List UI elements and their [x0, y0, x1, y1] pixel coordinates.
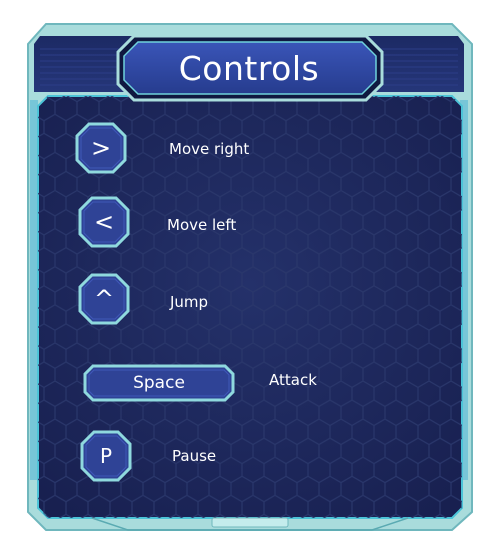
move-left-label: Move left	[167, 216, 237, 234]
key-label: Space	[133, 373, 185, 393]
attack-label: Attack	[269, 371, 317, 389]
key-label: <	[93, 208, 115, 236]
pause-key[interactable]: P	[80, 430, 132, 482]
key-label: P	[99, 444, 113, 468]
move-right-label: Move right	[169, 140, 250, 158]
panel-title: Controls	[178, 48, 320, 88]
attack-key[interactable]: Space	[83, 364, 235, 402]
controls-panel: Controls > Move right < Move left ^ Jump…	[0, 0, 498, 534]
key-label: ^	[93, 285, 115, 313]
jump-label: Jump	[170, 293, 209, 311]
move-right-key[interactable]: >	[75, 122, 127, 174]
move-left-key[interactable]: <	[78, 196, 130, 248]
key-label: >	[90, 134, 112, 162]
jump-key[interactable]: ^	[78, 273, 130, 325]
pause-label: Pause	[172, 447, 217, 465]
